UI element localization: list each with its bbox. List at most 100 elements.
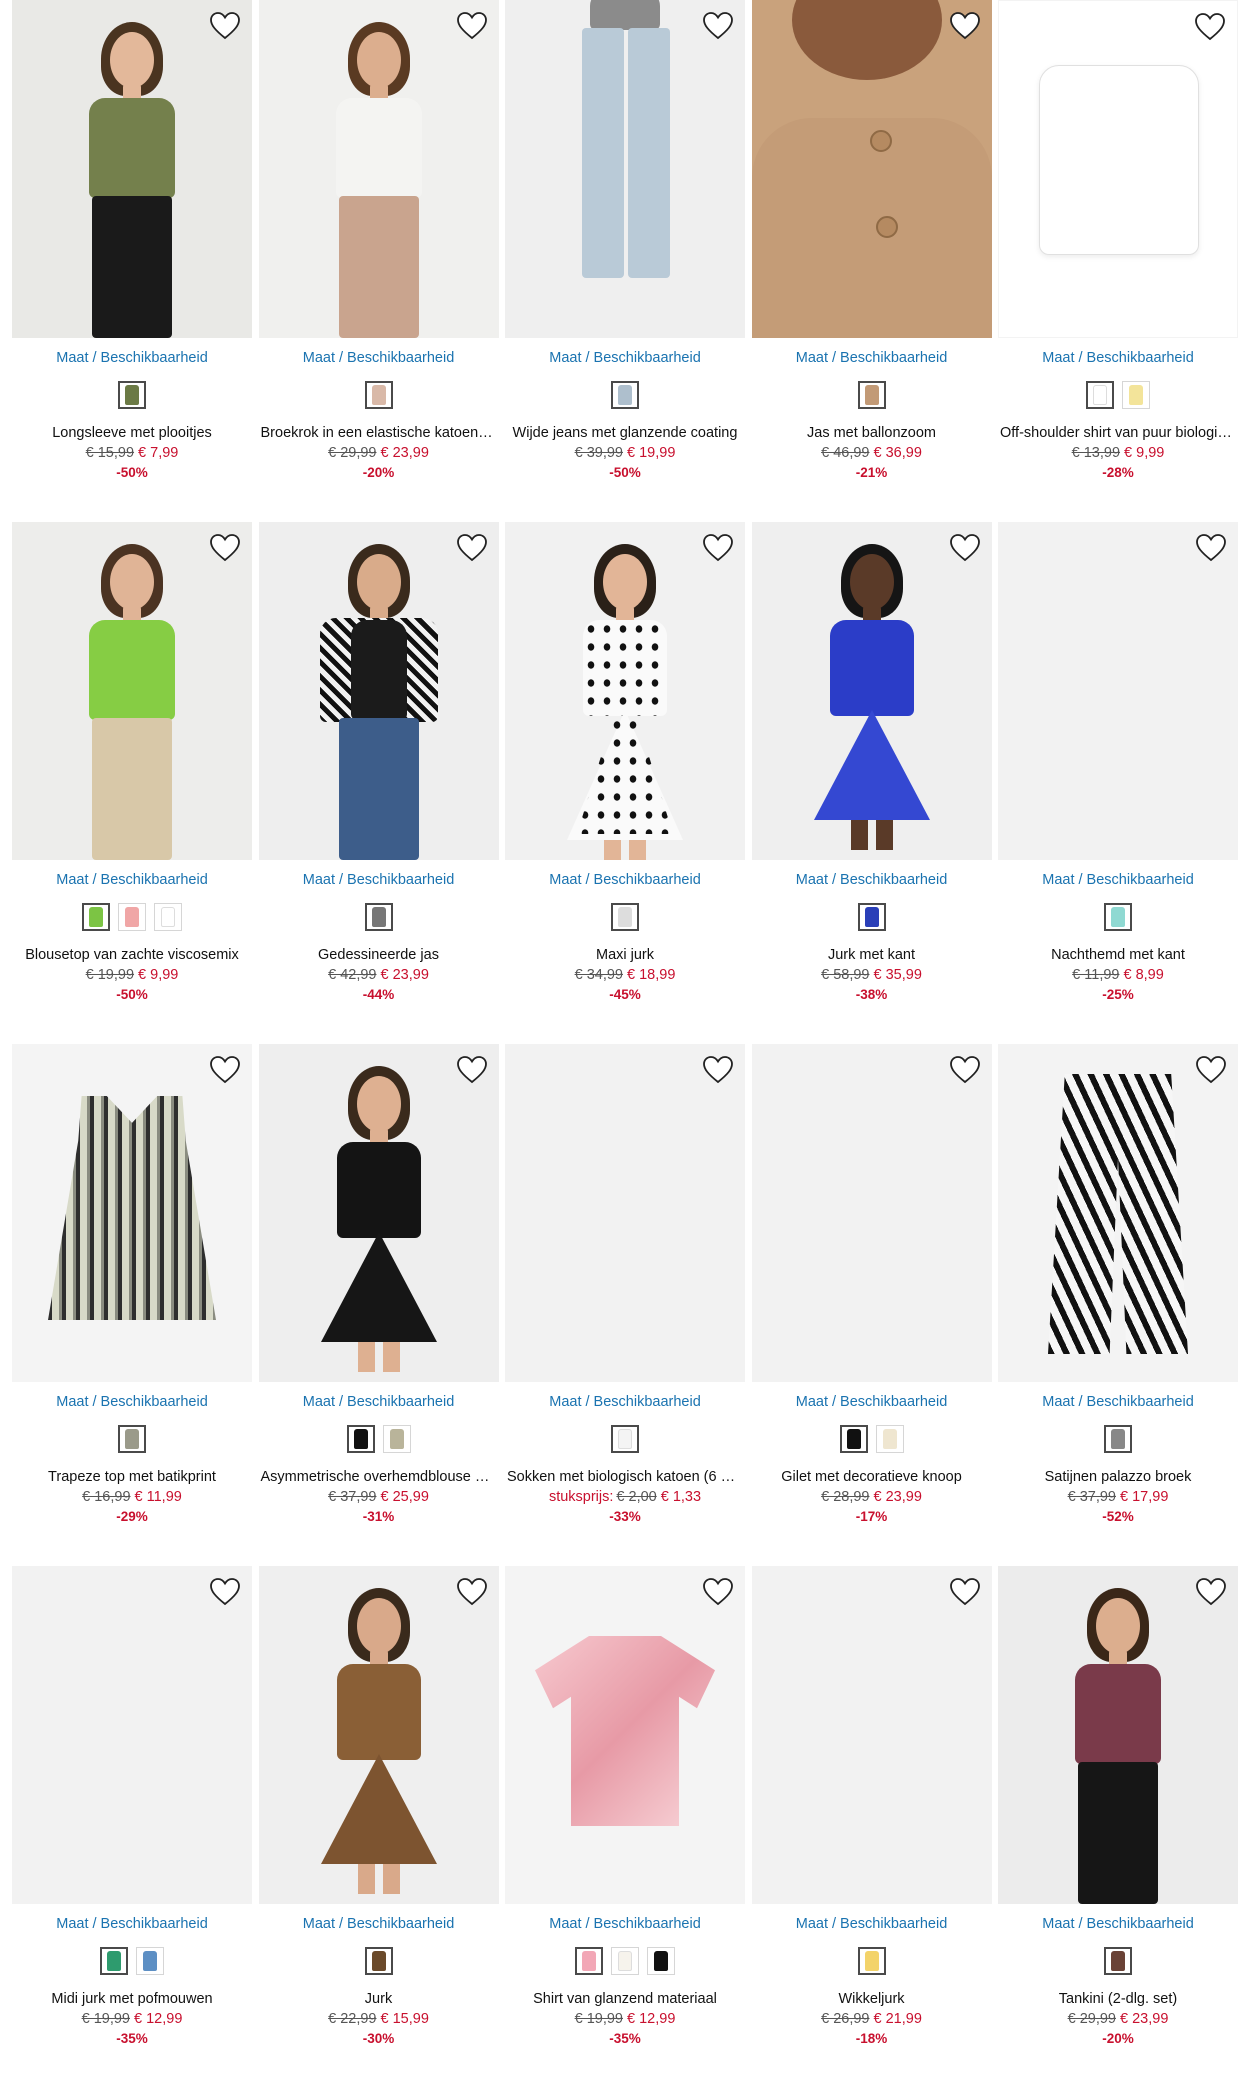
wishlist-heart-icon[interactable] <box>948 10 982 42</box>
color-swatch[interactable] <box>118 381 146 409</box>
product-image[interactable] <box>258 522 499 860</box>
product-card[interactable]: Maat / Beschikbaarheid Wikkeljurk € 26,99 €… <box>751 1566 992 2082</box>
product-card[interactable]: Maat / Beschikbaarheid Jurk € 22,99 € 15,99… <box>258 1566 499 2082</box>
size-availability-link[interactable]: Maat / Beschikbaarheid <box>998 1916 1238 1932</box>
product-name[interactable]: Jurk <box>259 1991 499 2007</box>
product-card[interactable]: Maat / Beschikbaarheid Nachthemd met kant… <box>998 522 1238 1044</box>
size-availability-link[interactable]: Maat / Beschikbaarheid <box>505 1916 745 1932</box>
color-swatch[interactable] <box>1086 381 1114 409</box>
wishlist-heart-icon[interactable] <box>455 10 489 42</box>
product-image[interactable] <box>505 522 745 860</box>
product-card[interactable]: Maat / Beschikbaarheid Trapeze top met ba… <box>12 1044 252 1566</box>
product-name[interactable]: Nachthemd met kant <box>998 947 1238 963</box>
wishlist-heart-icon[interactable] <box>1194 532 1228 564</box>
wishlist-heart-icon[interactable] <box>948 1054 982 1086</box>
product-image[interactable] <box>505 1044 745 1382</box>
product-card[interactable]: Maat / Beschikbaarheid Sokken met biologi… <box>505 1044 745 1566</box>
product-image[interactable] <box>258 0 499 338</box>
color-swatch[interactable] <box>118 903 146 931</box>
color-swatch[interactable] <box>364 903 393 931</box>
product-image[interactable] <box>998 1044 1238 1382</box>
product-image[interactable] <box>505 1566 745 1904</box>
product-card[interactable]: Maat / Beschikbaarheid Jas met ballonzoom… <box>751 0 992 522</box>
product-name[interactable]: Tankini (2-dlg. set) <box>998 1991 1238 2007</box>
wishlist-heart-icon[interactable] <box>701 10 735 42</box>
size-availability-link[interactable]: Maat / Beschikbaarheid <box>752 872 992 888</box>
wishlist-heart-icon[interactable] <box>701 532 735 564</box>
size-availability-link[interactable]: Maat / Beschikbaarheid <box>998 350 1238 366</box>
product-name[interactable]: Satijnen palazzo broek <box>998 1469 1238 1485</box>
product-name[interactable]: Wijde jeans met glanzende coating <box>505 425 745 441</box>
size-availability-link[interactable]: Maat / Beschikbaarheid <box>752 1916 992 1932</box>
product-image[interactable] <box>258 1566 499 1904</box>
product-card[interactable]: Maat / Beschikbaarheid Shirt van glanzend… <box>505 1566 745 2082</box>
color-swatch[interactable] <box>364 381 393 409</box>
color-swatch[interactable] <box>857 1947 886 1975</box>
color-swatch[interactable] <box>1122 381 1150 409</box>
product-name[interactable]: Asymmetrische overhemdblouse va... <box>259 1469 499 1485</box>
color-swatch[interactable] <box>611 1947 639 1975</box>
wishlist-heart-icon[interactable] <box>455 1054 489 1086</box>
product-name[interactable]: Gilet met decoratieve knoop <box>752 1469 992 1485</box>
wishlist-heart-icon[interactable] <box>948 532 982 564</box>
product-card[interactable]: Maat / Beschikbaarheid Gilet met decorati… <box>751 1044 992 1566</box>
size-availability-link[interactable]: Maat / Beschikbaarheid <box>505 872 745 888</box>
color-swatch[interactable] <box>100 1947 128 1975</box>
product-image[interactable] <box>12 1566 252 1904</box>
size-availability-link[interactable]: Maat / Beschikbaarheid <box>259 872 499 888</box>
product-card[interactable]: Maat / Beschikbaarheid Maxi jurk € 34,99 € … <box>505 522 745 1044</box>
product-name[interactable]: Wikkeljurk <box>752 1991 992 2007</box>
size-availability-link[interactable]: Maat / Beschikbaarheid <box>12 1394 252 1410</box>
color-swatch[interactable] <box>647 1947 675 1975</box>
color-swatch[interactable] <box>346 1425 375 1453</box>
product-card[interactable]: Maat / Beschikbaarheid Asymmetrische over… <box>258 1044 499 1566</box>
product-image[interactable] <box>12 1044 252 1382</box>
size-availability-link[interactable]: Maat / Beschikbaarheid <box>12 350 252 366</box>
size-availability-link[interactable]: Maat / Beschikbaarheid <box>752 350 992 366</box>
product-image[interactable] <box>12 522 252 860</box>
product-image[interactable] <box>12 0 252 338</box>
product-name[interactable]: Sokken met biologisch katoen (6 pa... <box>505 1469 745 1485</box>
size-availability-link[interactable]: Maat / Beschikbaarheid <box>259 350 499 366</box>
color-swatch[interactable] <box>364 1947 393 1975</box>
wishlist-heart-icon[interactable] <box>701 1054 735 1086</box>
color-swatch[interactable] <box>839 1425 868 1453</box>
size-availability-link[interactable]: Maat / Beschikbaarheid <box>12 872 252 888</box>
product-name[interactable]: Blousetop van zachte viscosemix <box>12 947 252 963</box>
color-swatch[interactable] <box>382 1425 411 1453</box>
size-availability-link[interactable]: Maat / Beschikbaarheid <box>752 1394 992 1410</box>
wishlist-heart-icon[interactable] <box>1194 1054 1228 1086</box>
product-card[interactable]: Maat / Beschikbaarheid Broekrok in een el… <box>258 0 499 522</box>
size-availability-link[interactable]: Maat / Beschikbaarheid <box>505 350 745 366</box>
product-name[interactable]: Maxi jurk <box>505 947 745 963</box>
color-swatch[interactable] <box>611 381 639 409</box>
wishlist-heart-icon[interactable] <box>208 1576 242 1608</box>
product-name[interactable]: Midi jurk met pofmouwen <box>12 1991 252 2007</box>
product-name[interactable]: Gedessineerde jas <box>259 947 499 963</box>
color-swatch[interactable] <box>154 903 182 931</box>
color-swatch[interactable] <box>1104 1425 1132 1453</box>
product-card[interactable]: Maat / Beschikbaarheid Jurk met kant € 58,… <box>751 522 992 1044</box>
size-availability-link[interactable]: Maat / Beschikbaarheid <box>12 1916 252 1932</box>
product-name[interactable]: Longsleeve met plooitjes <box>12 425 252 441</box>
color-swatch[interactable] <box>575 1947 603 1975</box>
product-card[interactable]: Maat / Beschikbaarheid Midi jurk met pofm… <box>12 1566 252 2082</box>
size-availability-link[interactable]: Maat / Beschikbaarheid <box>998 1394 1238 1410</box>
product-name[interactable]: Trapeze top met batikprint <box>12 1469 252 1485</box>
product-image[interactable] <box>505 0 745 338</box>
product-image[interactable] <box>258 1044 499 1382</box>
wishlist-heart-icon[interactable] <box>701 1576 735 1608</box>
color-swatch[interactable] <box>118 1425 146 1453</box>
product-name[interactable]: Off-shoulder shirt van puur biologis... <box>998 425 1238 441</box>
product-name[interactable]: Jas met ballonzoom <box>752 425 992 441</box>
color-swatch[interactable] <box>136 1947 164 1975</box>
product-card[interactable]: Maat / Beschikbaarheid Longsleeve met plo… <box>12 0 252 522</box>
product-image[interactable] <box>998 0 1238 338</box>
wishlist-heart-icon[interactable] <box>948 1576 982 1608</box>
wishlist-heart-icon[interactable] <box>208 10 242 42</box>
product-card[interactable]: Maat / Beschikbaarheid Gedessineerde jas €… <box>258 522 499 1044</box>
wishlist-heart-icon[interactable] <box>1193 11 1227 43</box>
product-image[interactable] <box>998 1566 1238 1904</box>
color-swatch[interactable] <box>611 903 639 931</box>
color-swatch[interactable] <box>1104 1947 1132 1975</box>
